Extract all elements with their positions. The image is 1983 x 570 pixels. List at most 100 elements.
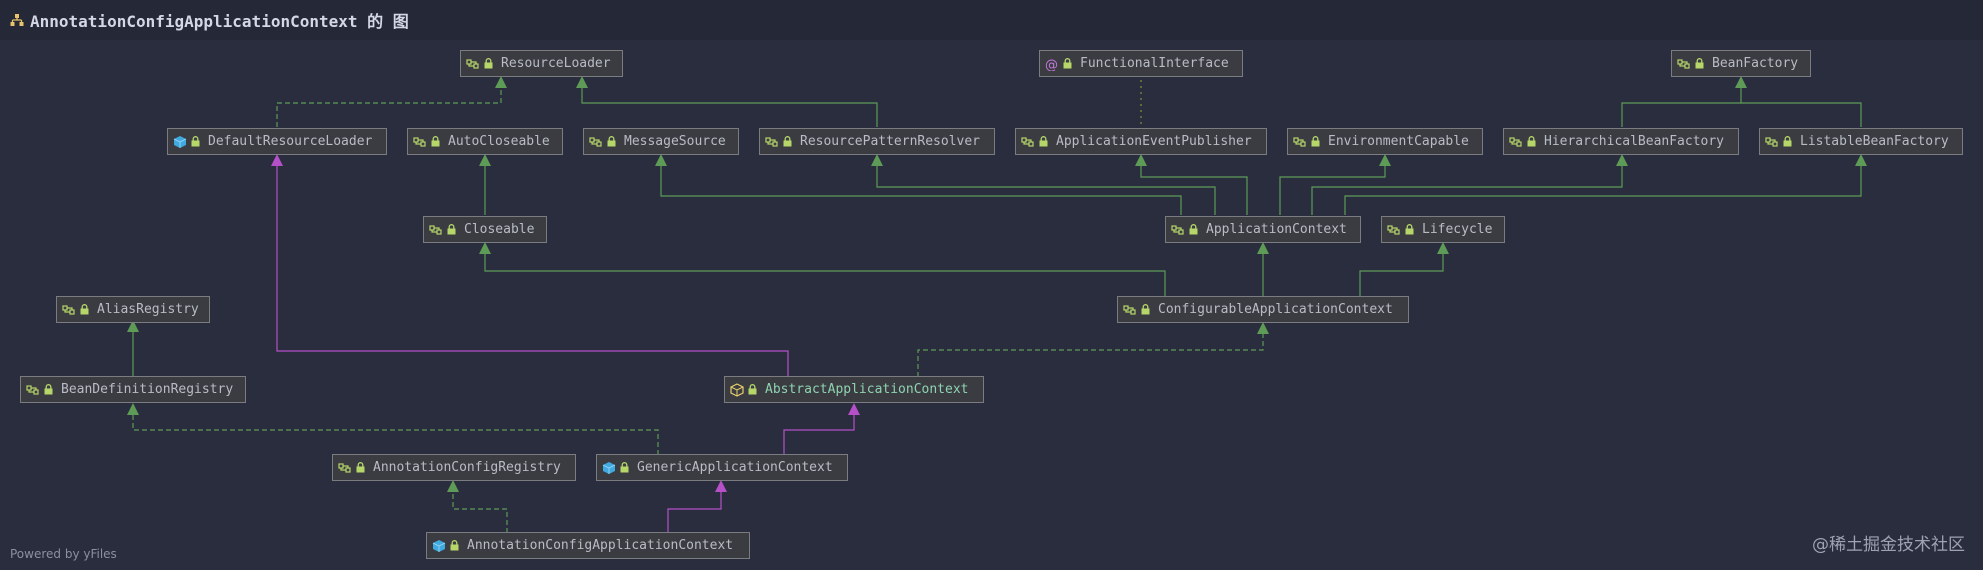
lock-icon <box>191 136 200 147</box>
lock-icon <box>356 462 365 473</box>
lock-icon <box>1189 224 1198 235</box>
node-abstract-application-context[interactable]: AbstractApplicationContext <box>724 376 984 403</box>
lock-icon <box>450 540 459 551</box>
edge-abstractapplicationcontext-configurableapplicationcontext <box>917 322 1269 377</box>
interface-icon <box>1387 224 1400 235</box>
node-label: ApplicationEventPublisher <box>1056 134 1252 149</box>
node-resource-loader[interactable]: ResourceLoader <box>460 50 623 77</box>
node-label: ConfigurableApplicationContext <box>1158 302 1393 317</box>
interface-icon <box>1293 136 1306 147</box>
lock-icon <box>1039 136 1048 147</box>
edge-abstractapplicationcontext-defaultresourceloader <box>271 154 789 377</box>
node-application-event-publisher[interactable]: ApplicationEventPublisher <box>1015 128 1267 155</box>
node-label: AnnotationConfigRegistry <box>373 460 561 475</box>
node-auto-closeable[interactable]: AutoCloseable <box>407 128 563 155</box>
lock-icon <box>431 136 440 147</box>
node-label: AbstractApplicationContext <box>765 382 969 397</box>
node-label: ResourceLoader <box>501 56 611 71</box>
lock-icon <box>1063 58 1072 69</box>
node-label: AnnotationConfigApplicationContext <box>467 538 734 553</box>
lock-icon <box>1783 136 1792 147</box>
interface-icon <box>26 384 39 395</box>
edge-applicationcontext-hierarchicalbeanfactory <box>1311 154 1628 215</box>
lock-icon <box>1405 224 1414 235</box>
lock-icon <box>748 384 757 395</box>
node-environment-capable[interactable]: EnvironmentCapable <box>1287 128 1483 155</box>
lock-icon <box>447 224 456 235</box>
node-label: BeanDefinitionRegistry <box>61 382 234 397</box>
interface-icon <box>466 58 479 69</box>
interface-icon <box>765 136 778 147</box>
node-bean-definition-registry[interactable]: BeanDefinitionRegistry <box>20 376 246 403</box>
node-label: AliasRegistry <box>97 302 199 317</box>
node-label: BeanFactory <box>1712 56 1799 71</box>
node-configurable-application-context[interactable]: ConfigurableApplicationContext <box>1117 296 1409 323</box>
node-label: ApplicationContext <box>1206 222 1347 237</box>
node-label: FunctionalInterface <box>1080 56 1229 71</box>
node-label: Closeable <box>464 222 535 237</box>
node-generic-application-context[interactable]: GenericApplicationContext <box>596 454 848 481</box>
node-label: GenericApplicationContext <box>637 460 833 475</box>
class-icon <box>173 135 187 148</box>
lock-icon <box>1141 304 1150 315</box>
interface-icon <box>1765 136 1778 147</box>
annotation-icon: @ <box>1045 58 1058 71</box>
node-label: ResourcePatternResolver <box>800 134 981 149</box>
node-lifecycle[interactable]: Lifecycle <box>1381 216 1505 243</box>
class-icon <box>602 461 616 474</box>
node-annotation-config-registry[interactable]: AnnotationConfigRegistry <box>332 454 576 481</box>
lock-icon <box>607 136 616 147</box>
interface-icon <box>413 136 426 147</box>
watermark: @稀土掘金技术社区 <box>1812 535 1965 555</box>
interface-icon <box>1677 58 1690 69</box>
node-label: MessageSource <box>624 134 726 149</box>
edge-listablebeanfactory-beanfactory <box>1741 102 1862 127</box>
node-application-context[interactable]: ApplicationContext <box>1165 216 1361 243</box>
node-label: EnvironmentCapable <box>1328 134 1469 149</box>
interface-icon <box>1123 304 1136 315</box>
abstract-class-icon <box>730 382 744 397</box>
lock-icon <box>783 136 792 147</box>
lock-icon <box>1311 136 1320 147</box>
edge-defaultresourceloader-resourceloader <box>276 76 507 127</box>
interface-icon <box>429 224 442 235</box>
edges-layer <box>127 76 1867 533</box>
node-closeable[interactable]: Closeable <box>423 216 547 243</box>
node-label: AutoCloseable <box>448 134 550 149</box>
edge-applicationcontext-resourcepatternresolver <box>871 154 1216 215</box>
powered-by-label: Powered by yFiles <box>10 547 117 561</box>
edge-genericapplicationcontext-abstractapplicationcontext <box>783 403 860 455</box>
node-default-resource-loader[interactable]: DefaultResourceLoader <box>167 128 387 155</box>
lock-icon <box>1527 136 1536 147</box>
node-alias-registry[interactable]: AliasRegistry <box>56 296 210 323</box>
node-bean-factory[interactable]: BeanFactory <box>1671 50 1811 77</box>
class-icon <box>432 539 446 552</box>
lock-icon <box>44 384 53 395</box>
edge-annotationconfigapplicationcontext-annotationconfigregistry <box>447 480 508 533</box>
lock-icon <box>484 58 493 69</box>
edge-configurableapplicationcontext-closeable <box>479 242 1166 297</box>
node-message-source[interactable]: MessageSource <box>583 128 739 155</box>
node-hierarchical-bean-factory[interactable]: HierarchicalBeanFactory <box>1503 128 1739 155</box>
node-functional-interface[interactable]: @ FunctionalInterface <box>1039 50 1243 77</box>
node-label: HierarchicalBeanFactory <box>1544 134 1725 149</box>
lock-icon <box>620 462 629 473</box>
node-listable-bean-factory[interactable]: ListableBeanFactory <box>1759 128 1963 155</box>
svg-text:@: @ <box>1045 58 1058 71</box>
node-label: ListableBeanFactory <box>1800 134 1949 149</box>
interface-icon <box>1509 136 1522 147</box>
edge-annotationconfigapplicationcontext-genericapplicationcontext <box>667 480 727 533</box>
node-annotation-config-application-context[interactable]: AnnotationConfigApplicationContext <box>426 532 750 559</box>
lock-icon <box>1695 58 1704 69</box>
interface-icon <box>1171 224 1184 235</box>
lock-icon <box>80 304 89 315</box>
interface-icon <box>589 136 602 147</box>
node-resource-pattern-resolver[interactable]: ResourcePatternResolver <box>759 128 995 155</box>
edge-genericapplicationcontext-beandefinitionregistry <box>127 403 659 455</box>
interface-icon <box>338 462 351 473</box>
interface-icon <box>1021 136 1034 147</box>
node-label: DefaultResourceLoader <box>208 134 373 149</box>
edge-configurableapplicationcontext-lifecycle <box>1359 242 1449 297</box>
interface-icon <box>62 304 75 315</box>
edge-resourcepatternresolver-resourceloader <box>576 76 878 127</box>
